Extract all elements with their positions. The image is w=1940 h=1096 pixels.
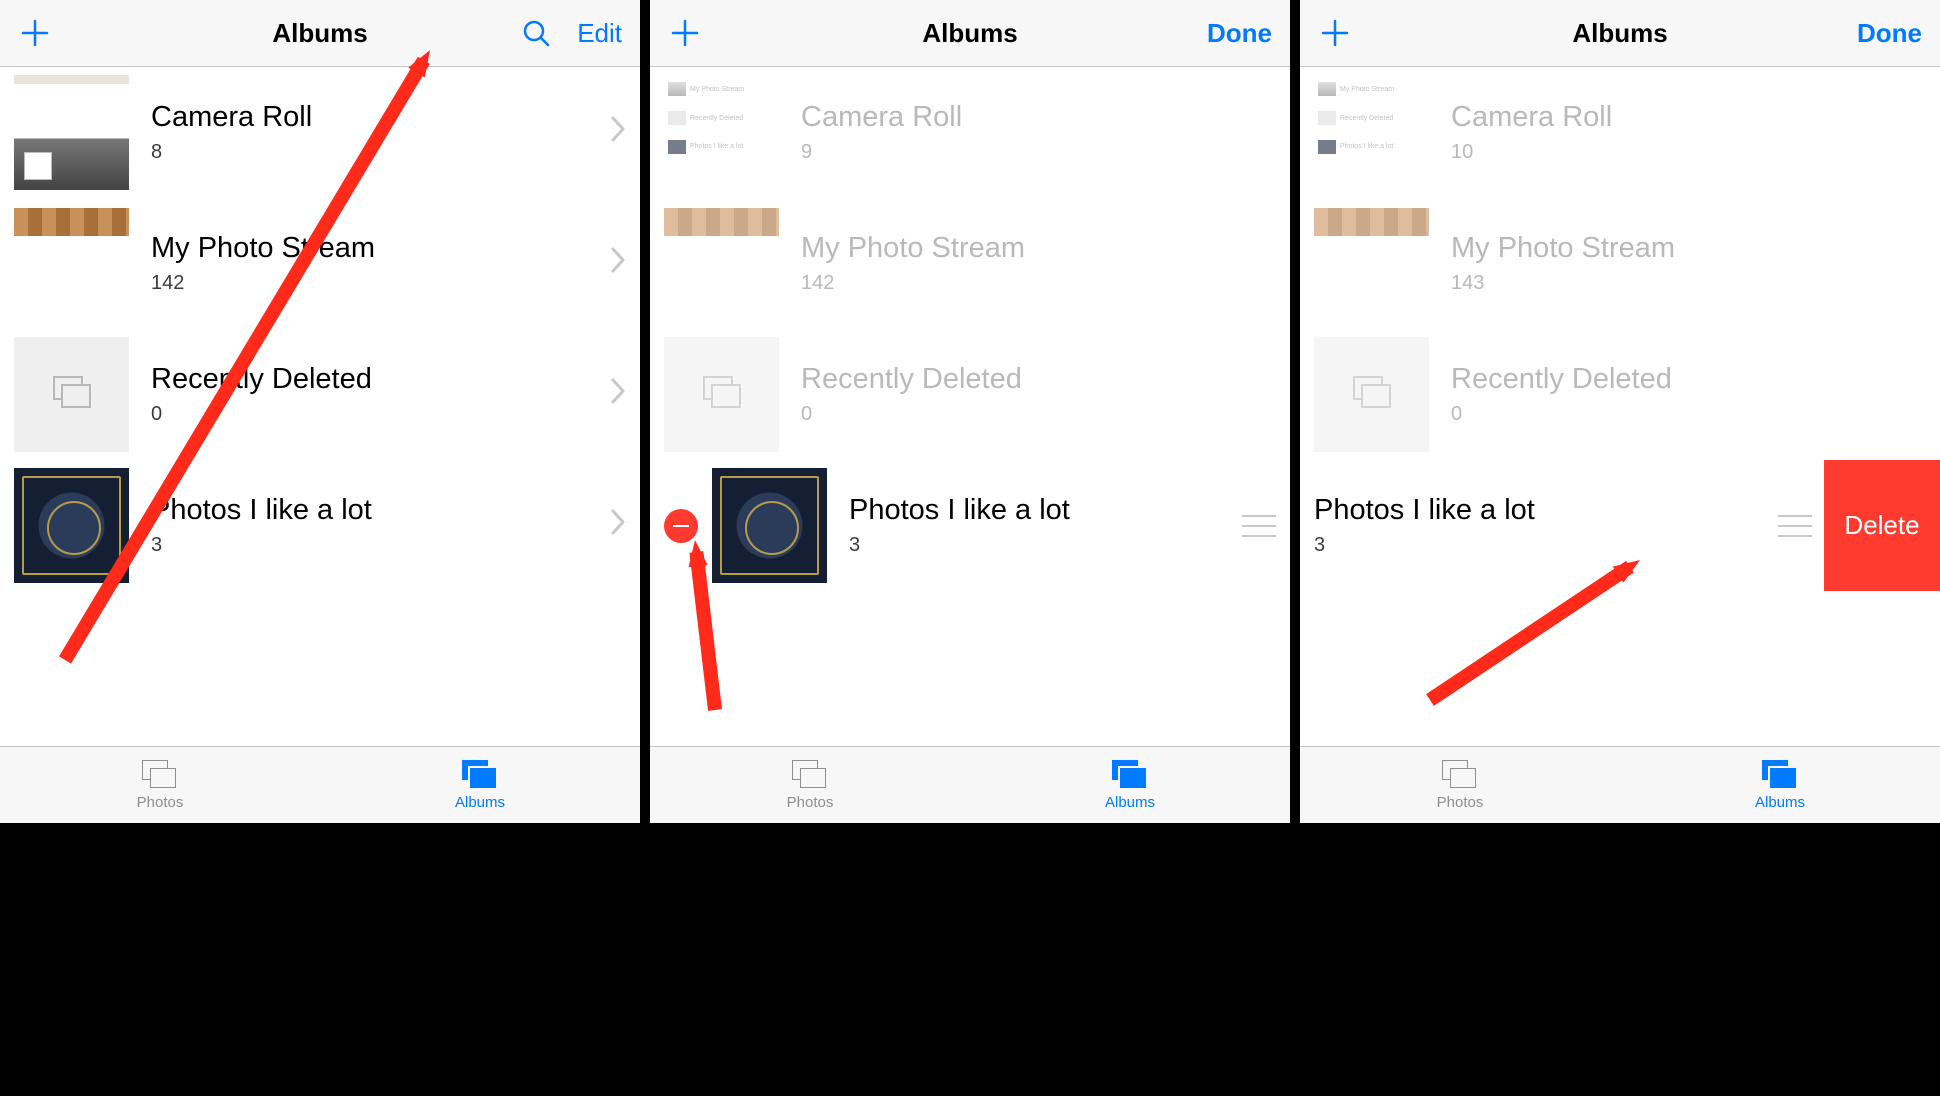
tab-albums[interactable]: Albums (1620, 747, 1940, 823)
album-title: My Photo Stream (151, 232, 604, 265)
tab-bar: Photos Albums (1300, 746, 1940, 823)
chevron-right-icon (610, 506, 626, 545)
reorder-handle-icon[interactable] (1778, 515, 1812, 537)
done-button[interactable]: Done (1207, 18, 1272, 49)
tab-label: Photos (137, 794, 184, 811)
album-count: 142 (151, 272, 604, 295)
album-list: My Photo Stream Recently Deleted Photos … (650, 67, 1290, 746)
album-row: My Photo Stream 143 (1300, 198, 1940, 329)
page-title: Albums (1300, 18, 1940, 49)
tab-bar: Photos Albums (650, 746, 1290, 823)
navbar: AlbumsDone (650, 0, 1290, 67)
chevron-right-icon (610, 508, 626, 536)
tab-label: Albums (1755, 794, 1805, 811)
album-count: 142 (801, 272, 1276, 295)
album-list: My Photo Stream Recently Deleted Photos … (1300, 67, 1940, 746)
chevron-right-icon (610, 246, 626, 274)
album-title: Camera Roll (801, 101, 1276, 134)
album-count: 0 (151, 403, 604, 426)
album-count: 3 (151, 534, 604, 557)
album-thumbnail: My Photo Stream Recently Deleted Photos … (664, 75, 779, 190)
album-count: 9 (801, 141, 1276, 164)
navbar: AlbumsEdit (0, 0, 640, 67)
album-title: Photos I like a lot (151, 494, 604, 527)
chevron-right-icon (610, 115, 626, 143)
album-title: Camera Roll (1451, 101, 1926, 134)
album-title: Photos I like a lot (849, 494, 1232, 527)
photos-tab-icon (1442, 760, 1478, 790)
tab-label: Photos (1437, 794, 1484, 811)
album-thumbnail: My Photo Stream Recently Deleted Photos … (1314, 75, 1429, 190)
album-title: Recently Deleted (151, 363, 604, 396)
album-row[interactable]: Photos I like a lot 3 (0, 460, 640, 591)
album-thumbnail (664, 337, 779, 452)
album-title: My Photo Stream (801, 232, 1276, 265)
albums-tab-icon (1112, 760, 1148, 790)
plus-icon (670, 18, 700, 48)
album-list: Camera Roll 8 My Photo Stream 142 Recently D… (0, 67, 640, 746)
chevron-right-icon (610, 377, 626, 405)
album-title: Photos I like a lot (1314, 494, 1768, 527)
album-row[interactable]: My Photo Stream 142 (0, 198, 640, 329)
chevron-right-icon (610, 244, 626, 283)
chevron-right-icon (610, 375, 626, 414)
album-row: My Photo Stream 142 (650, 198, 1290, 329)
album-row: My Photo Stream Recently Deleted Photos … (650, 67, 1290, 198)
tab-label: Albums (455, 794, 505, 811)
page-title: Albums (650, 18, 1290, 49)
album-count: 10 (1451, 141, 1926, 164)
album-count: 3 (849, 534, 1232, 557)
tab-albums[interactable]: Albums (320, 747, 640, 823)
album-thumbnail (1314, 208, 1429, 236)
add-album-button[interactable] (18, 16, 52, 50)
tab-label: Photos (787, 794, 834, 811)
album-row: Recently Deleted 0 (650, 329, 1290, 460)
album-row: Photos I like a lot 3 (650, 460, 1290, 591)
plus-icon (20, 18, 50, 48)
chevron-right-icon (610, 113, 626, 152)
album-thumbnail (664, 208, 779, 236)
album-row: Recently Deleted 0 (1300, 329, 1940, 460)
plus-icon (1320, 18, 1350, 48)
album-thumbnail (14, 208, 129, 236)
add-album-button[interactable] (1318, 16, 1352, 50)
album-title: Camera Roll (151, 101, 604, 134)
tab-photos[interactable]: Photos (1300, 747, 1620, 823)
photos-tab-icon (142, 760, 178, 790)
album-count: 143 (1451, 272, 1926, 295)
album-thumbnail (1314, 337, 1429, 452)
album-count: 0 (801, 403, 1276, 426)
tab-bar: Photos Albums (0, 746, 640, 823)
album-title: My Photo Stream (1451, 232, 1926, 265)
albums-tab-icon (462, 760, 498, 790)
reorder-handle-icon[interactable] (1242, 515, 1276, 537)
album-row[interactable]: Camera Roll 8 (0, 67, 640, 198)
tab-photos[interactable]: Photos (650, 747, 970, 823)
album-title: Recently Deleted (1451, 363, 1926, 396)
delete-button[interactable]: Delete (1824, 460, 1940, 591)
album-title: Recently Deleted (801, 363, 1276, 396)
add-album-button[interactable] (668, 16, 702, 50)
navbar: AlbumsDone (1300, 0, 1940, 67)
delete-toggle-button[interactable] (664, 509, 698, 543)
album-thumbnail (14, 468, 129, 583)
search-button[interactable] (519, 16, 553, 50)
album-count: 8 (151, 141, 604, 164)
album-thumbnail (712, 468, 827, 583)
search-icon (521, 18, 551, 48)
album-row[interactable]: Recently Deleted 0 (0, 329, 640, 460)
album-count: 0 (1451, 403, 1926, 426)
done-button[interactable]: Done (1857, 18, 1922, 49)
edit-button[interactable]: Edit (577, 18, 622, 49)
album-row: Photos I like a lot 3 Delete (1300, 460, 1940, 591)
album-row: My Photo Stream Recently Deleted Photos … (1300, 67, 1940, 198)
albums-tab-icon (1762, 760, 1798, 790)
photos-tab-icon (792, 760, 828, 790)
album-thumbnail (14, 75, 129, 190)
tab-label: Albums (1105, 794, 1155, 811)
tab-albums[interactable]: Albums (970, 747, 1290, 823)
tab-photos[interactable]: Photos (0, 747, 320, 823)
album-count: 3 (1314, 534, 1768, 557)
album-thumbnail (14, 337, 129, 452)
